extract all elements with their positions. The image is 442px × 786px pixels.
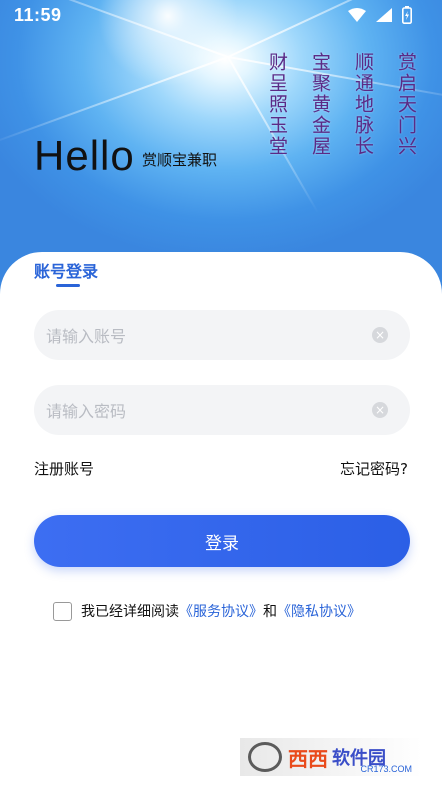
battery-icon — [402, 6, 412, 29]
app-name: 赏顺宝兼职 — [142, 151, 218, 169]
agreement-row: 我已经详细阅读 《服务协议》 和 《隐私协议》 — [53, 601, 361, 621]
agree-text: 我已经详细阅读 — [81, 604, 179, 620]
site-watermark: 西西 软件园 CR173.COM — [240, 738, 422, 776]
wifi-icon — [348, 8, 366, 27]
tab-account-login[interactable]: 账号登录 — [34, 258, 98, 282]
poem-column: 财呈照玉堂 — [266, 52, 288, 157]
poem-column: 宝聚黄金屋 — [309, 52, 331, 157]
status-bar: 11:59 — [0, 0, 442, 30]
poem-column: 顺通地脉长 — [352, 52, 374, 157]
password-input[interactable] — [44, 385, 368, 437]
password-field: × — [34, 385, 410, 437]
login-button[interactable]: 登录 — [34, 515, 410, 567]
poem-calligraphy: 赏启天门兴 顺通地脉长 宝聚黄金屋 财呈照玉堂 — [264, 52, 420, 157]
forgot-password-link[interactable]: 忘记密码? — [340, 458, 408, 479]
hello-title: Hello — [34, 132, 135, 179]
agree-checkbox[interactable] — [53, 601, 72, 621]
account-input[interactable] — [44, 310, 368, 362]
watermark-site: CR173.COM — [360, 764, 412, 774]
register-link[interactable]: 注册账号 — [34, 458, 94, 479]
privacy-agreement-link[interactable]: 《隐私协议》 — [277, 601, 361, 621]
poem-column: 赏启天门兴 — [395, 52, 417, 157]
status-time: 11:59 — [14, 5, 62, 25]
account-field: × — [34, 310, 410, 362]
clear-account-icon[interactable]: × — [372, 327, 388, 343]
service-agreement-link[interactable]: 《服务协议》 — [179, 601, 263, 621]
and-text: 和 — [263, 604, 277, 620]
watermark-logo-icon — [248, 742, 282, 772]
clear-password-icon[interactable]: × — [372, 402, 388, 418]
signal-icon — [376, 8, 392, 27]
watermark-brand: 西西 — [288, 746, 328, 771]
tab-underline — [56, 284, 80, 287]
